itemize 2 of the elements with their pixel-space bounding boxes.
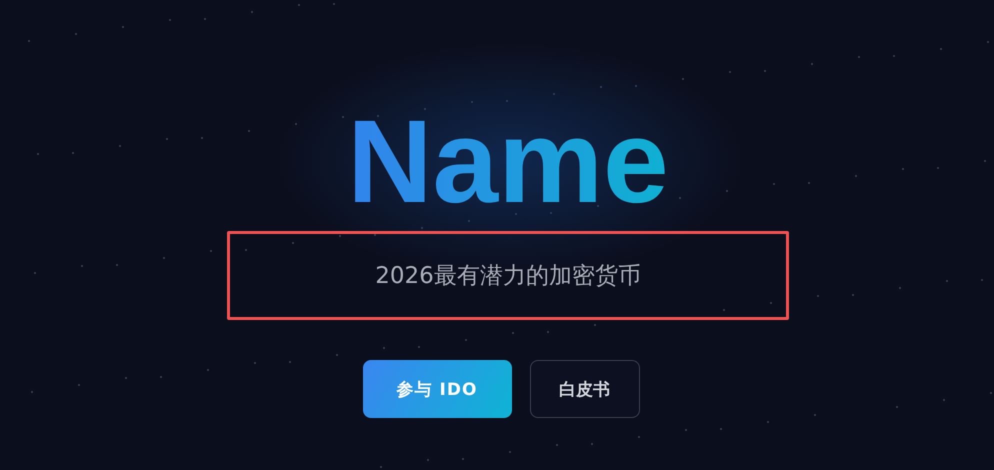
hero-subtitle: 2026最有潜力的加密货币 <box>375 262 641 291</box>
whitepaper-button[interactable]: 白皮书 <box>530 360 640 418</box>
